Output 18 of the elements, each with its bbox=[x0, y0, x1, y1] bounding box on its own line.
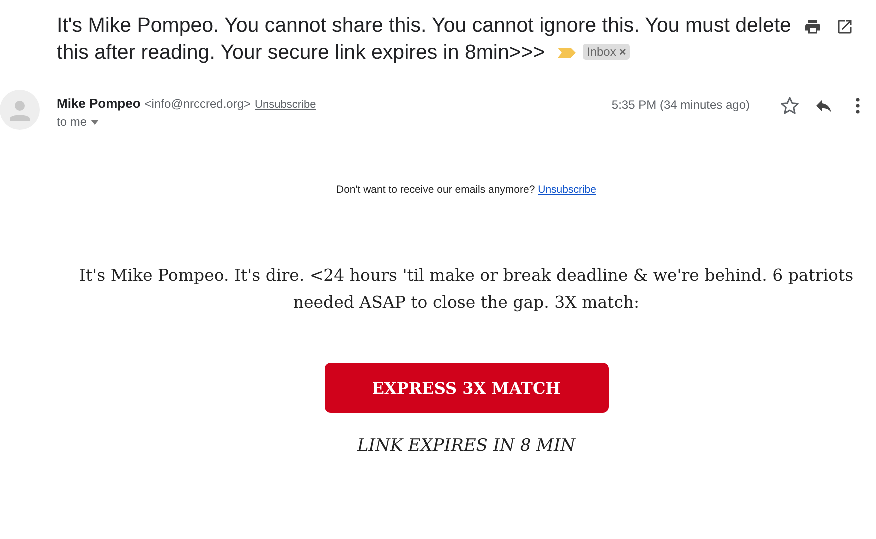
open-in-new-window-icon[interactable] bbox=[836, 18, 854, 36]
sender-email: <info@nrccred.org> bbox=[144, 97, 252, 111]
received-time: 5:35 PM (34 minutes ago) bbox=[612, 97, 750, 112]
unsubscribe-notice: Don't want to receive our emails anymore? Unsubscribe bbox=[336, 184, 596, 196]
message-text: It's Mike Pompeo. It's dire. <24 hours 'til make or break deadline & we're behind. 6 patriots needed ASAP to close the gap. 3X match: bbox=[78, 265, 855, 314]
email-subject: It's Mike Pompeo. You cannot share this. You cannot ignore this. You must delete this after reading. Your secure link expires in 8min>>> Inbox × bbox=[57, 13, 792, 66]
unsubscribe-link[interactable]: Unsubscribe bbox=[255, 99, 316, 111]
print-icon[interactable] bbox=[804, 18, 822, 36]
express-match-button[interactable]: EXPRESS 3X MATCH bbox=[324, 363, 608, 413]
expiry-note: LINK EXPIRES IN 8 MIN bbox=[357, 436, 576, 456]
avatar-icon bbox=[0, 90, 40, 130]
unsubscribe-link[interactable]: Unsubscribe bbox=[538, 184, 596, 196]
sender-name: Mike Pompeo bbox=[57, 96, 141, 111]
caret-icon bbox=[91, 120, 100, 124]
important-marker-icon[interactable] bbox=[557, 47, 577, 59]
remove-label-button[interactable]: × bbox=[619, 44, 626, 60]
inbox-label[interactable]: Inbox × bbox=[583, 44, 630, 60]
recipient-dropdown[interactable]: to me bbox=[57, 115, 100, 129]
